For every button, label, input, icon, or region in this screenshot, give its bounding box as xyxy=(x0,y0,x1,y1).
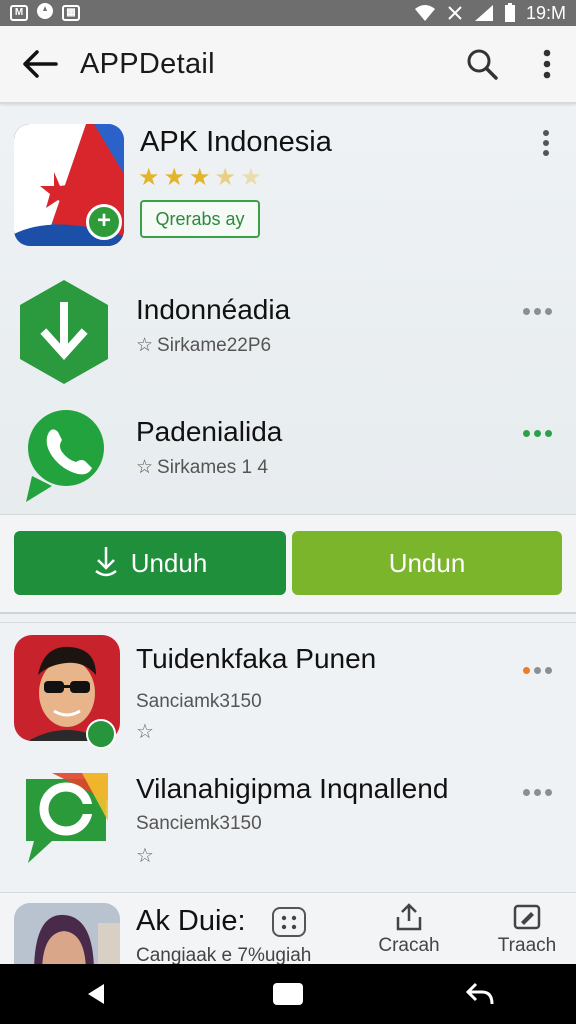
nav-home-button[interactable] xyxy=(258,969,318,1019)
more-vert-icon xyxy=(543,130,549,156)
list-item[interactable]: Padenialida ☆ Sirkames 1 4 xyxy=(0,400,576,510)
dot xyxy=(534,308,541,315)
star-outline-icon: ☆ xyxy=(136,457,154,478)
star-icon: ★ xyxy=(138,164,160,191)
app-detail-card: + APK Indonesia ★ ★ ★ ★ ★ Qrerabs ay Ind… xyxy=(0,106,576,514)
nav-recent-button[interactable] xyxy=(450,969,510,1019)
item-more-button[interactable] xyxy=(523,308,552,315)
app-name: APK Indonesia xyxy=(140,126,332,158)
download-app-icon xyxy=(16,278,112,386)
signal-icon xyxy=(474,4,494,22)
dot xyxy=(534,667,541,674)
download-button[interactable]: Unduh xyxy=(14,531,286,595)
dot xyxy=(523,789,530,796)
tab-label: Traach xyxy=(497,935,557,956)
return-arrow-icon xyxy=(466,982,494,1005)
item-sub: Sanciemk3150 xyxy=(136,813,262,834)
page-title: APPDetail xyxy=(80,47,215,80)
dot xyxy=(534,430,541,437)
star-icon: ★ xyxy=(214,164,237,191)
tab-label: Cracah xyxy=(378,935,440,956)
system-nav-bar xyxy=(0,964,576,1024)
item-sub: Cangiaak e 7%ugiah xyxy=(136,945,312,964)
list-item[interactable]: Indonnéadia ☆ Sirkame22P6 xyxy=(0,278,576,388)
list-item[interactable]: Vilanahigipma Inqnallend Sanciemk3150 ☆ xyxy=(0,765,576,885)
dot xyxy=(534,789,541,796)
sync-icon xyxy=(36,2,54,25)
download-label: Unduh xyxy=(130,547,208,578)
edit-icon xyxy=(513,904,541,930)
install-chip[interactable]: Qrerabs ay xyxy=(140,200,260,238)
rating-stars: ★ ★ ★ ★ ★ xyxy=(138,166,262,190)
tab-traach[interactable]: Traach xyxy=(482,903,572,957)
star-outline-icon: ☆ xyxy=(136,721,154,743)
search-button[interactable] xyxy=(462,44,502,84)
add-icon[interactable]: + xyxy=(86,204,122,240)
item-name: Ak Duie: xyxy=(136,905,246,937)
item-sub: Sanciamk3150 xyxy=(136,691,262,712)
chat-app-icon xyxy=(22,771,110,871)
star-outline-icon: ☆ xyxy=(136,335,154,356)
share-icon xyxy=(396,903,422,931)
download-icon xyxy=(94,547,117,577)
item-name: Tuidenkfaka Punen xyxy=(136,643,377,674)
home-square-icon xyxy=(273,983,303,1005)
item-more-button[interactable] xyxy=(523,667,552,674)
dot xyxy=(523,308,530,315)
dot xyxy=(545,430,552,437)
star-outline-icon: ☆ xyxy=(136,845,154,867)
item-more-button[interactable] xyxy=(523,789,552,796)
data-icon xyxy=(446,4,464,22)
action-bar: Unduh Undun xyxy=(0,514,576,614)
secondary-label: Undun xyxy=(388,547,466,578)
list-item[interactable]: Tuidenkfaka Punen Sanciamk3150 ☆ xyxy=(0,635,576,755)
dot xyxy=(545,308,552,315)
wifi-icon xyxy=(414,4,436,22)
nav-back-button[interactable] xyxy=(66,969,126,1019)
app-more-button[interactable] xyxy=(538,128,554,158)
verified-badge-icon xyxy=(86,719,116,749)
item-sub-text: Sirkames 1 4 xyxy=(157,456,268,478)
arrow-left-icon xyxy=(23,50,58,78)
bottom-item[interactable]: Ak Duie: Cangiaak e 7%ugiah Cracah Traac… xyxy=(0,892,576,964)
item-name: Vilanahigipma Inqnallend xyxy=(136,773,449,804)
gallery-icon: ▦ xyxy=(62,5,80,21)
battery-icon xyxy=(504,3,516,23)
photo-notification-icon: M xyxy=(10,5,28,21)
status-bar: M ▦ 19:M xyxy=(0,0,576,26)
overflow-menu-button[interactable] xyxy=(532,44,562,84)
star-half-icon: ★ xyxy=(240,164,262,191)
more-vert-icon xyxy=(543,49,551,79)
avatar xyxy=(14,903,120,964)
search-icon xyxy=(467,49,498,80)
related-apps-list: Tuidenkfaka Punen Sanciamk3150 ☆ Vilanah… xyxy=(0,622,576,892)
item-more-button[interactable] xyxy=(523,430,552,437)
item-name: Padenialida xyxy=(136,416,283,447)
secondary-button[interactable]: Undun xyxy=(292,531,562,595)
whatsapp-icon xyxy=(22,406,106,502)
dot xyxy=(523,667,530,674)
dot xyxy=(523,430,530,437)
back-button[interactable] xyxy=(10,34,70,94)
item-sub-text: Sirkame22P6 xyxy=(157,334,272,356)
status-time: 19:M xyxy=(525,2,566,23)
tab-cracah[interactable]: Cracah xyxy=(364,903,454,957)
star-icon: ★ xyxy=(189,164,211,191)
dot xyxy=(545,667,552,674)
item-sub: ☆ Sirkames 1 4 xyxy=(136,456,268,479)
star-icon: ★ xyxy=(163,164,186,191)
item-name: Indonnéadia xyxy=(136,294,291,325)
dot xyxy=(545,789,552,796)
item-sub: ☆ Sirkame22P6 xyxy=(136,334,271,357)
app-bar: APPDetail xyxy=(0,26,576,104)
apps-grid-icon[interactable] xyxy=(272,907,306,937)
triangle-back-icon xyxy=(88,984,104,1004)
